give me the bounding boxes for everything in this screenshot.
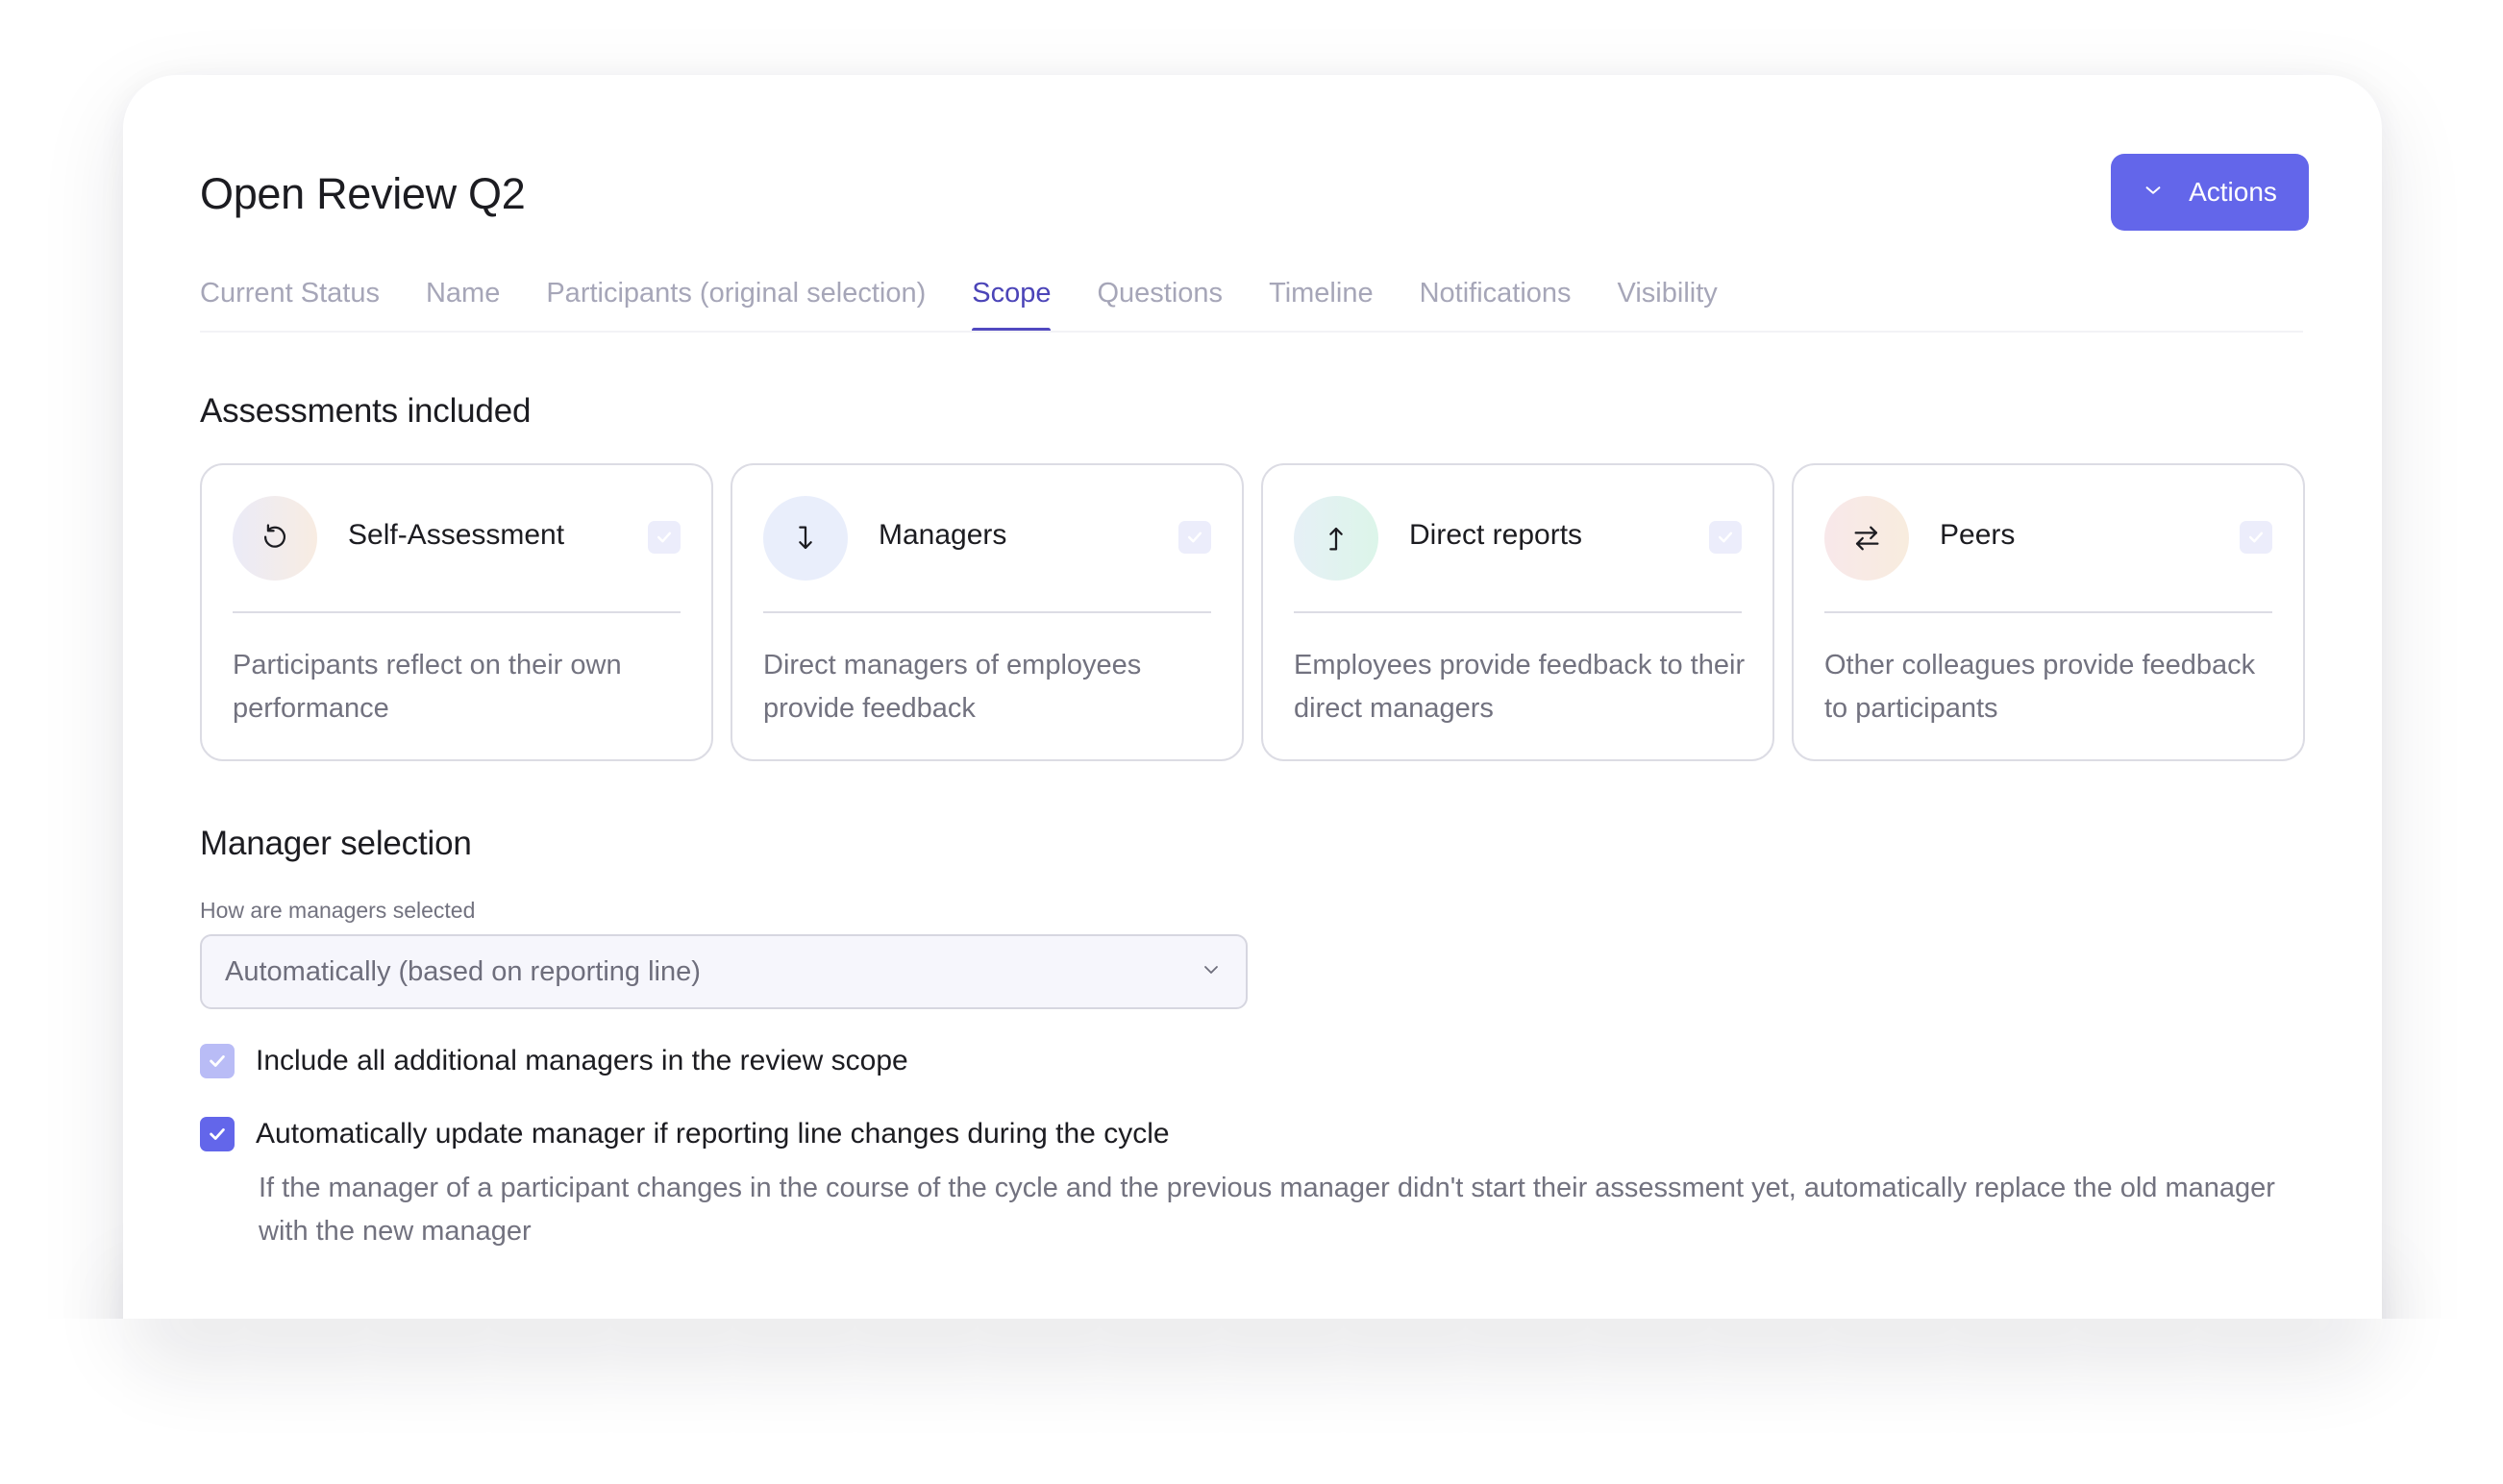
tab-scope[interactable]: Scope: [972, 271, 1052, 333]
panel-viewport: Open Review Q2 Actions Current Status Na…: [0, 0, 2503, 1319]
card-divider: [233, 611, 681, 613]
card-label: Self-Assessment: [348, 519, 565, 551]
include-additional-managers-label: Include all additional managers in the r…: [256, 1045, 908, 1076]
manager-selection-title: Manager selection: [200, 825, 472, 862]
auto-update-manager-checkbox[interactable]: [200, 1117, 235, 1151]
tab-bar: Current Status Name Participants (origin…: [200, 271, 1718, 334]
card-label: Direct reports: [1409, 519, 1583, 551]
page: Open Review Q2 Actions Current Status Na…: [0, 0, 2503, 1484]
card-divider: [1824, 611, 2272, 613]
chevron-down-icon: [1200, 958, 1223, 986]
card-checkbox[interactable]: [2240, 521, 2272, 554]
page-title: Open Review Q2: [200, 169, 526, 218]
assessment-card-managers[interactable]: Managers Direct managers of employees pr…: [731, 463, 1244, 761]
card-divider: [1294, 611, 1742, 613]
tab-timeline[interactable]: Timeline: [1269, 271, 1374, 333]
tab-current-status[interactable]: Current Status: [200, 271, 380, 333]
card-description: Employees provide feedback to their dire…: [1294, 650, 1746, 724]
include-additional-managers-checkbox[interactable]: [200, 1044, 235, 1078]
manager-selection-field-label: How are managers selected: [200, 898, 476, 923]
actions-label: Actions: [2189, 177, 2277, 207]
assessment-card-peers[interactable]: Peers Other colleagues provide feedback …: [1792, 463, 2305, 761]
chevron-down-icon: [2143, 177, 2164, 208]
card-label: Peers: [1940, 519, 2016, 551]
card-description: Other colleagues provide feedback to par…: [1824, 650, 2256, 724]
assessment-card-self[interactable]: Self-Assessment Participants reflect on …: [200, 463, 713, 761]
tabs-divider: [200, 331, 2303, 333]
auto-update-manager-option[interactable]: Automatically update manager if reportin…: [200, 1117, 1170, 1151]
card-description: Participants reflect on their own perfor…: [233, 650, 622, 724]
manager-selection-select[interactable]: Automatically (based on reporting line): [200, 934, 1248, 1009]
card-description: Direct managers of employees provide fee…: [763, 650, 1142, 724]
arrows-left-right-icon: [1824, 496, 1909, 581]
tab-notifications[interactable]: Notifications: [1420, 271, 1572, 333]
auto-update-help-text: If the manager of a participant changes …: [259, 1173, 2275, 1247]
auto-update-manager-label: Automatically update manager if reportin…: [256, 1118, 1170, 1150]
arrow-up-hook-icon: [1294, 496, 1378, 581]
rotate-ccw-icon: [233, 496, 317, 581]
tab-name[interactable]: Name: [426, 271, 500, 333]
select-value: Automatically (based on reporting line): [225, 955, 701, 987]
card-divider: [763, 611, 1211, 613]
actions-button[interactable]: Actions: [2111, 154, 2309, 231]
arrow-down-hook-icon: [763, 496, 848, 581]
assessment-cards: Self-Assessment Participants reflect on …: [200, 463, 2305, 761]
tab-visibility[interactable]: Visibility: [1618, 271, 1718, 333]
card-checkbox[interactable]: [648, 521, 681, 554]
card-checkbox[interactable]: [1709, 521, 1742, 554]
assessments-section-title: Assessments included: [200, 392, 532, 430]
tab-participants[interactable]: Participants (original selection): [546, 271, 926, 333]
card-checkbox[interactable]: [1178, 521, 1211, 554]
assessment-card-direct-reports[interactable]: Direct reports Employees provide feedbac…: [1261, 463, 1774, 761]
card-label: Managers: [879, 519, 1007, 551]
tab-questions[interactable]: Questions: [1097, 271, 1223, 333]
include-additional-managers-option[interactable]: Include all additional managers in the r…: [200, 1044, 908, 1078]
